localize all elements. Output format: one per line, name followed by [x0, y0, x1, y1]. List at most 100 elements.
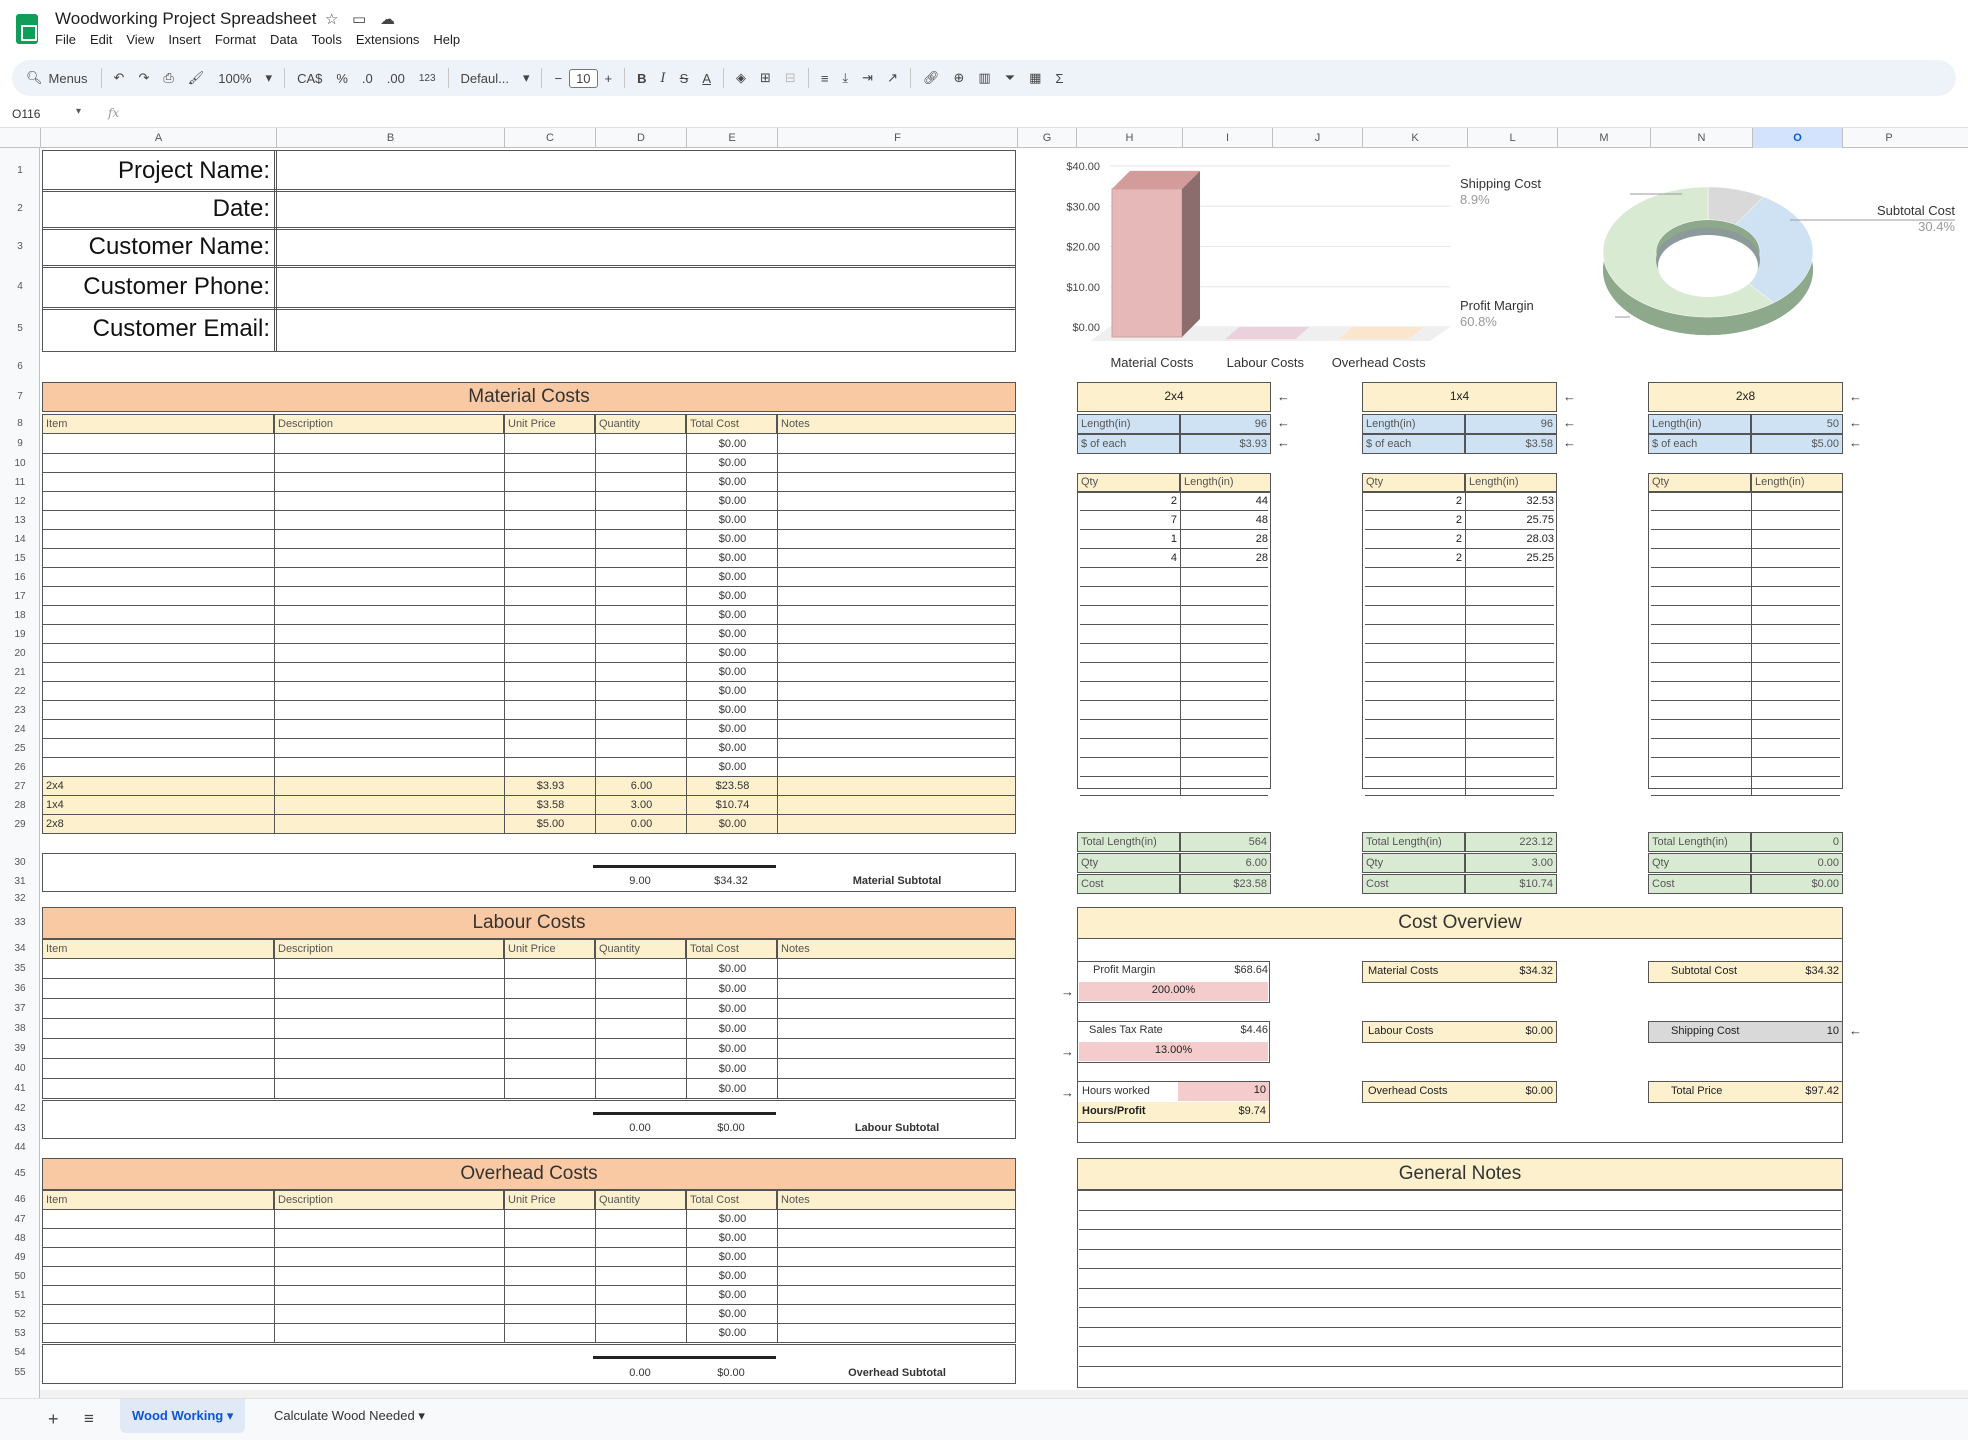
lumber-field-value[interactable]: $5.00 [1751, 434, 1843, 454]
cloud-status-icon[interactable]: ☁ [380, 10, 395, 28]
overhead-table-row[interactable]: $0.00 [42, 1248, 1016, 1267]
cut-list-row[interactable]: 2 32.53 [1362, 492, 1557, 511]
row-header-10[interactable]: 10 [0, 454, 40, 473]
column-header-n[interactable]: N [1650, 128, 1752, 148]
cut-list-row[interactable] [1077, 606, 1271, 625]
move-folder-icon[interactable]: ▭ [352, 10, 366, 28]
cut-list-row[interactable] [1648, 663, 1843, 682]
cut-list-row[interactable] [1362, 606, 1557, 625]
column-header-b[interactable]: B [276, 128, 504, 148]
insert-chart-icon[interactable]: ▥ [971, 70, 997, 86]
cut-list-row[interactable] [1362, 625, 1557, 644]
overhead-table-row[interactable]: $0.00 [42, 1305, 1016, 1324]
paint-format-icon[interactable]: 🖌︎ [181, 70, 212, 86]
material-table-row[interactable]: $0.00 [42, 625, 1016, 644]
labour-table-row[interactable]: $0.00 [42, 979, 1016, 999]
cut-list-row[interactable]: 2 44 [1077, 492, 1271, 511]
cut-list-row[interactable] [1648, 701, 1843, 720]
row-header-42[interactable]: 42 [0, 1099, 40, 1119]
material-table-row[interactable]: $0.00 [42, 473, 1016, 492]
labour-table-row[interactable]: $0.00 [42, 999, 1016, 1019]
row-header-31[interactable]: 31 [0, 872, 40, 891]
column-header-i[interactable]: I [1182, 128, 1272, 148]
material-table-row[interactable]: $0.00 [42, 644, 1016, 663]
menu-edit[interactable]: Edit [90, 32, 112, 47]
row-header-22[interactable]: 22 [0, 682, 40, 701]
insert-comment-icon[interactable]: ⊕ [947, 70, 972, 86]
increase-decimal-button[interactable]: .00 [380, 71, 412, 86]
row-header-26[interactable]: 26 [0, 758, 40, 777]
material-table-row[interactable]: $0.00 [42, 682, 1016, 701]
cut-list-row[interactable] [1362, 701, 1557, 720]
labour-table-row[interactable]: $0.00 [42, 959, 1016, 979]
material-table-row[interactable]: $0.00 [42, 511, 1016, 530]
row-header-37[interactable]: 37 [0, 999, 40, 1019]
menu-help[interactable]: Help [433, 32, 460, 47]
row-header-49[interactable]: 49 [0, 1248, 40, 1267]
row-header-38[interactable]: 38 [0, 1019, 40, 1039]
row-header-55[interactable]: 55 [0, 1363, 40, 1383]
row-header-19[interactable]: 19 [0, 625, 40, 644]
row-header-25[interactable]: 25 [0, 739, 40, 758]
row-header-50[interactable]: 50 [0, 1267, 40, 1286]
row-header-36[interactable]: 36 [0, 979, 40, 999]
cut-list-row[interactable] [1077, 739, 1271, 758]
row-header-13[interactable]: 13 [0, 511, 40, 530]
cut-list-row[interactable] [1362, 777, 1557, 796]
filter-views-icon[interactable]: ▦ [1022, 70, 1048, 86]
column-header-f[interactable]: F [777, 128, 1017, 148]
material-table-row[interactable]: $0.00 [42, 606, 1016, 625]
overhead-table-row[interactable]: $0.00 [42, 1229, 1016, 1248]
text-wrap-icon[interactable]: ⇥ [855, 70, 880, 86]
profit-percent-input[interactable]: 200.00% [1079, 982, 1268, 1001]
material-table-row[interactable]: $0.00 [42, 720, 1016, 739]
horizontal-scrollbar[interactable] [40, 1390, 1968, 1398]
name-box[interactable]: O116 [12, 107, 82, 121]
cut-list-row[interactable] [1077, 701, 1271, 720]
hours-worked-input[interactable]: 10 [1178, 1082, 1269, 1101]
material-wood-row[interactable]: 1x4 $3.58 3.00 $10.74 [42, 796, 1016, 815]
labour-table-row[interactable]: $0.00 [42, 1079, 1016, 1099]
tax-percent-input[interactable]: 13.00% [1079, 1042, 1268, 1061]
material-table-row[interactable]: $0.00 [42, 530, 1016, 549]
redo-icon[interactable]: ↷ [131, 70, 156, 86]
menu-tools[interactable]: Tools [311, 32, 341, 47]
labour-table-row[interactable]: $0.00 [42, 1059, 1016, 1079]
material-table-row[interactable]: $0.00 [42, 549, 1016, 568]
bar-chart[interactable]: $0.00 $10.00 $20.00 $30.00 $40.00 Material Co… [1040, 152, 1460, 382]
menu-format[interactable]: Format [215, 32, 256, 47]
material-table-row[interactable]: $0.00 [42, 739, 1016, 758]
row-header-52[interactable]: 52 [0, 1305, 40, 1324]
cut-list-row[interactable] [1362, 720, 1557, 739]
row-header-32[interactable]: 32 [0, 891, 40, 907]
cut-list-row[interactable]: 2 25.75 [1362, 511, 1557, 530]
row-header-3[interactable]: 3 [0, 228, 40, 266]
row-header-6[interactable]: 6 [0, 352, 40, 382]
labour-table-row[interactable]: $0.00 [42, 1019, 1016, 1039]
lumber-field-value[interactable]: $3.58 [1465, 434, 1557, 454]
horizontal-align-icon[interactable]: ≡ [814, 71, 836, 86]
cut-list-row[interactable]: 4 28 [1077, 549, 1271, 568]
menu-file[interactable]: File [55, 32, 76, 47]
cut-list-row[interactable] [1648, 549, 1843, 568]
material-table-row[interactable]: $0.00 [42, 663, 1016, 682]
row-header-43[interactable]: 43 [0, 1119, 40, 1138]
document-title[interactable]: Woodworking Project Spreadsheet [55, 9, 316, 29]
menu-data[interactable]: Data [270, 32, 297, 47]
row-header-4[interactable]: 4 [0, 266, 40, 308]
cut-list-row[interactable]: 1 28 [1077, 530, 1271, 549]
cut-list-row[interactable] [1648, 625, 1843, 644]
vertical-align-icon[interactable]: ⤓ [835, 70, 855, 86]
cut-list-row[interactable] [1648, 644, 1843, 663]
strikethrough-button[interactable]: S [673, 71, 696, 86]
print-icon[interactable]: ⎙ [156, 70, 180, 86]
increase-font-size-icon[interactable]: + [598, 71, 620, 86]
cut-list-row[interactable] [1362, 568, 1557, 587]
cut-list-row[interactable]: 2 28.03 [1362, 530, 1557, 549]
currency-format-button[interactable]: CA$ [290, 71, 329, 86]
row-header-9[interactable]: 9 [0, 434, 40, 454]
cut-list-row[interactable] [1648, 682, 1843, 701]
cut-list-row[interactable] [1077, 644, 1271, 663]
lumber-field-value[interactable]: $3.93 [1180, 434, 1271, 454]
material-table-row[interactable]: $0.00 [42, 568, 1016, 587]
